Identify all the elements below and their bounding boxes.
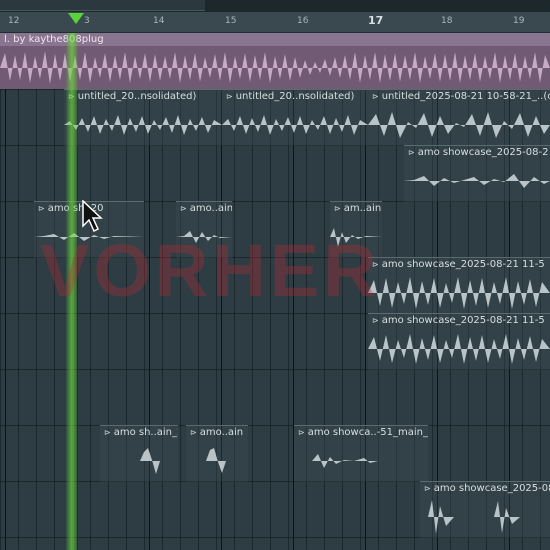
clip-waveform bbox=[420, 500, 550, 534]
clip-waveform bbox=[100, 448, 178, 474]
clip-label: amo showcase_2025-08 bbox=[433, 483, 550, 494]
clip-header[interactable]: ⊳untitled_20..nsolidated) bbox=[222, 90, 368, 103]
audio-clip-icon: ⊳ bbox=[104, 428, 111, 437]
clip-label: amo sh..ain_2 bbox=[113, 427, 178, 438]
clip-label: untitled_20..nsolidated) bbox=[235, 91, 355, 102]
ruler-number: 3 bbox=[84, 16, 90, 26]
audio-clip-icon: ⊳ bbox=[372, 92, 379, 101]
ruler-number: 17 bbox=[368, 14, 384, 27]
audio-clip-icon: ⊳ bbox=[408, 148, 415, 157]
clip-header[interactable]: ⊳ amo showcase_2025-08-21 11-5 bbox=[368, 258, 550, 271]
audio-clip[interactable]: ⊳ amo showcase_2025-08 bbox=[420, 481, 550, 538]
audio-clip-icon: ⊳ bbox=[372, 316, 379, 325]
ruler-number: 19 bbox=[513, 16, 525, 26]
clip-label: amo showca..-51_main_3 bbox=[307, 427, 428, 438]
ruler-number: 16 bbox=[297, 16, 309, 26]
clip-header[interactable]: ⊳ amo..ain bbox=[186, 426, 248, 439]
clip-waveform bbox=[368, 334, 550, 364]
mouse-pointer-icon bbox=[82, 200, 103, 233]
clip-header[interactable]: ⊳ amo sh..ain_2 bbox=[100, 426, 178, 439]
clip-header[interactable]: ⊳ amo showca..-51_main_3 bbox=[294, 426, 428, 439]
ruler-number: 12 bbox=[8, 16, 20, 26]
clip-waveform bbox=[294, 454, 428, 468]
ruler-number: 18 bbox=[441, 16, 453, 26]
clip-waveform bbox=[404, 174, 550, 188]
clip-header[interactable]: ⊳ untitled_2025-08-21 10-58-21_..(cor bbox=[368, 90, 550, 103]
clip-waveform bbox=[64, 115, 222, 135]
clip-waveform bbox=[368, 112, 550, 138]
audio-clip[interactable]: ⊳ amo sh..ain_2 bbox=[100, 425, 178, 482]
audio-clip[interactable]: ⊳ amo showcase_2025-08-21 11-5 bbox=[368, 313, 550, 370]
audio-clip[interactable]: ⊳untitled_20..nsolidated) bbox=[222, 89, 368, 146]
ruler-number: 14 bbox=[153, 16, 165, 26]
clip-waveform bbox=[368, 277, 550, 309]
audio-clip-icon: ⊳ bbox=[424, 484, 431, 493]
clip-header[interactable]: ⊳untitled_20..nsolidated) bbox=[64, 90, 222, 103]
clip-header[interactable]: ⊳ am..ain bbox=[330, 202, 382, 215]
audio-clip[interactable]: ⊳ amo..ain bbox=[186, 425, 248, 482]
clip-waveform bbox=[222, 115, 368, 135]
clip-header[interactable]: ⊳ amo showcase_2025-08 bbox=[420, 482, 550, 495]
audio-clip[interactable]: ⊳ amo showca..-51_main_3 bbox=[294, 425, 428, 482]
audio-clip-icon: ⊳ bbox=[334, 204, 341, 213]
clip-label: amo showcase_2025-08-2 bbox=[417, 147, 549, 158]
clip-header[interactable]: l. by kaythe808plug bbox=[0, 33, 550, 46]
audio-clip-icon: ⊳ bbox=[180, 204, 187, 213]
clip-label: amo showcase_2025-08-21 11-5 bbox=[381, 259, 545, 270]
playhead-marker-icon[interactable] bbox=[68, 13, 84, 24]
bar-line bbox=[5, 33, 6, 550]
clip-label: l. by kaythe808plug bbox=[4, 34, 104, 45]
audio-clip[interactable]: ⊳ amo showcase_2025-08-2 bbox=[404, 145, 550, 202]
clip-header[interactable]: ⊳ amo..ain bbox=[176, 202, 232, 215]
top-strip bbox=[0, 0, 550, 12]
audio-clip-icon: ⊳ bbox=[298, 428, 305, 437]
clip-waveform bbox=[0, 51, 550, 84]
watermark-text: VORHER bbox=[40, 229, 381, 312]
audio-clip-icon: ⊳ bbox=[190, 428, 197, 437]
clip-label: am..ain bbox=[343, 203, 382, 214]
audio-clip[interactable]: ⊳ amo showcase_2025-08-21 11-5 bbox=[368, 257, 550, 314]
clip-header[interactable]: ⊳ amo showcase_2025-08-21 11-5 bbox=[368, 314, 550, 327]
audio-clip[interactable]: l. by kaythe808plug bbox=[0, 33, 550, 89]
window-tab[interactable] bbox=[0, 0, 205, 11]
clip-label: amo..ain bbox=[199, 427, 244, 438]
audio-clip-icon: ⊳ bbox=[38, 204, 45, 213]
clip-label: amo showcase_2025-08-21 11-5 bbox=[381, 315, 545, 326]
audio-clip[interactable]: ⊳untitled_20..nsolidated) bbox=[64, 89, 222, 146]
clip-waveform bbox=[186, 448, 248, 473]
clip-label: amo..ain bbox=[189, 203, 232, 214]
clip-label: untitled_2025-08-21 10-58-21_..(cor bbox=[381, 91, 550, 102]
clip-label: untitled_20..nsolidated) bbox=[77, 91, 197, 102]
audio-clip[interactable]: ⊳ untitled_2025-08-21 10-58-21_..(cor bbox=[368, 89, 550, 146]
audio-clip-icon: ⊳ bbox=[226, 92, 233, 101]
ruler-number: 15 bbox=[225, 16, 237, 26]
clip-header[interactable]: ⊳ amo showcase_2025-08-2 bbox=[404, 146, 550, 159]
